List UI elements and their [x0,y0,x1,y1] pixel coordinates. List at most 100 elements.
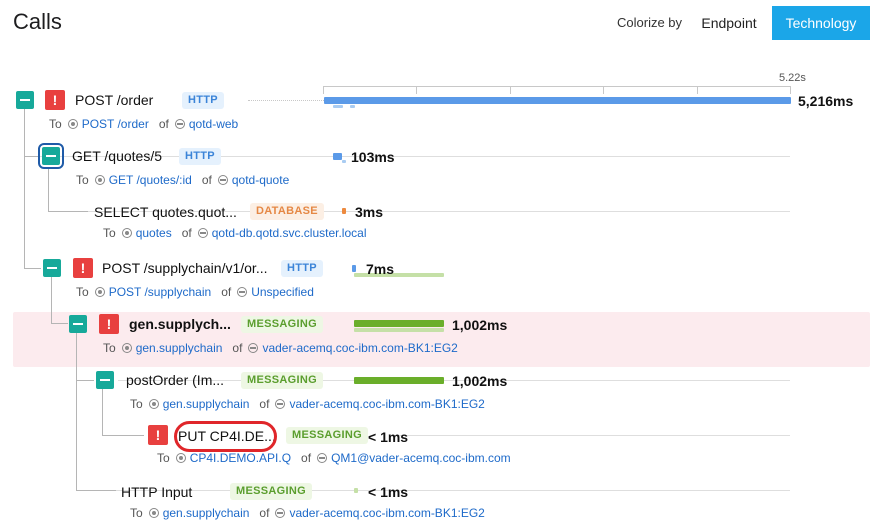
endpoint-link[interactable]: gen.supplychain [136,341,223,355]
to-label: To [76,173,89,187]
colorize-endpoint-button[interactable]: Endpoint [690,7,768,39]
call-name[interactable]: HTTP Input [121,484,192,500]
of-label: of [301,451,312,465]
tree-connector [48,167,49,212]
service-icon [197,228,208,238]
service-icon [317,453,328,463]
tech-badge: DATABASE [250,203,324,220]
timeline-max-label: 5.22s [779,72,806,84]
endpoint-link[interactable]: quotes [136,226,172,240]
duration-bar[interactable] [354,320,444,327]
tree-connector [76,333,77,491]
timeline-tick [603,86,604,94]
page-title: Calls [13,9,62,34]
tree-connector [76,490,116,491]
service-icon [174,119,185,129]
service-link[interactable]: vader-acemq.coc-ibm.com-BK1:EG2 [289,506,484,520]
tech-badge: MESSAGING [241,372,323,389]
service-link[interactable]: qotd-quote [232,173,289,187]
duration-label: 1,002ms [452,317,508,333]
tree-connector [102,435,144,436]
tech-badge: HTTP [281,260,323,277]
endpoint-link[interactable]: POST /order [82,117,149,131]
of-label: of [221,285,232,299]
tree-connector [76,380,94,381]
row-line [395,435,790,436]
endpoint-icon [67,119,78,129]
call-name[interactable]: POST /supplychain/v1/or... [102,260,268,276]
of-label: of [259,506,270,520]
service-link[interactable]: vader-acemq.coc-ibm.com-BK1:EG2 [262,341,457,355]
service-icon [237,287,248,297]
tree-connector [102,389,103,436]
tech-badge: MESSAGING [230,483,312,500]
to-label: To [103,226,116,240]
call-name[interactable]: gen.supplych... [129,316,231,332]
duration-bar[interactable] [354,377,444,384]
call-target: To POST /order of qotd-web [49,117,238,131]
service-link[interactable]: QM1@vader-acemq.coc-ibm.com [331,451,511,465]
to-label: To [49,117,62,131]
collapse-toggle[interactable] [69,315,87,333]
timeline-axis [323,86,791,87]
service-icon [275,508,286,518]
collapse-toggle[interactable] [38,143,64,169]
duration-bar[interactable] [333,153,342,160]
endpoint-link[interactable]: POST /supplychain [109,285,212,299]
duration-bar[interactable] [324,97,791,104]
duration-bar-child [342,160,346,163]
to-label: To [76,285,89,299]
colorize-technology-button[interactable]: Technology [772,6,870,40]
call-name[interactable]: POST /order [75,92,153,108]
tree-connector [24,109,25,269]
dotted-leader [248,100,324,101]
to-label: To [157,451,170,465]
to-label: To [130,397,143,411]
duration-label: < 1ms [368,484,409,500]
colorize-by-label: Colorize by [617,15,683,30]
duration-label: 103ms [351,149,395,165]
duration-label: 1,002ms [452,373,508,389]
collapse-toggle[interactable] [96,371,114,389]
duration-bar[interactable] [352,265,356,272]
endpoint-icon [148,399,159,409]
call-target: To CP4I.DEMO.API.Q of QM1@vader-acemq.coc-i… [157,451,511,465]
service-icon [248,343,259,353]
tree-connector [48,211,88,212]
collapse-toggle[interactable] [43,259,61,277]
error-icon: ! [148,425,168,445]
to-label: To [103,341,116,355]
endpoint-link[interactable]: GET /quotes/:id [109,173,192,187]
service-link[interactable]: qotd-db.qotd.svc.cluster.local [212,226,367,240]
endpoint-link[interactable]: gen.supplychain [163,506,250,520]
endpoint-icon [94,175,105,185]
timeline-tick [323,86,324,94]
duration-label: 7ms [366,261,395,277]
collapse-toggle[interactable] [16,91,34,109]
duration-label: < 1ms [368,429,409,445]
call-target: To POST /supplychain of Unspecified [76,285,314,299]
endpoint-icon [121,228,132,238]
call-name[interactable]: SELECT quotes.quot... [94,204,237,220]
call-target: To GET /quotes/:id of qotd-quote [76,173,289,187]
service-link[interactable]: qotd-web [189,117,238,131]
of-label: of [232,341,243,355]
endpoint-link[interactable]: gen.supplychain [163,397,250,411]
endpoint-link[interactable]: CP4I.DEMO.API.Q [190,451,291,465]
call-name[interactable]: postOrder (Im... [126,372,224,388]
service-link[interactable]: Unspecified [251,285,314,299]
of-label: of [158,117,169,131]
tree-connector [24,156,38,157]
error-icon: ! [45,90,65,110]
duration-bar[interactable] [354,488,358,493]
annotation-circle [174,421,277,452]
service-link[interactable]: vader-acemq.coc-ibm.com-BK1:EG2 [289,397,484,411]
tech-badge: MESSAGING [241,316,323,333]
duration-label: 5,216ms [798,93,854,109]
timeline-tick [510,86,511,94]
duration-label: 3ms [355,204,384,220]
call-target: To quotes of qotd-db.qotd.svc.cluster.local [103,226,367,240]
duration-bar-child [350,105,355,108]
duration-bar[interactable] [342,208,346,214]
call-name[interactable]: GET /quotes/5 [72,148,162,164]
